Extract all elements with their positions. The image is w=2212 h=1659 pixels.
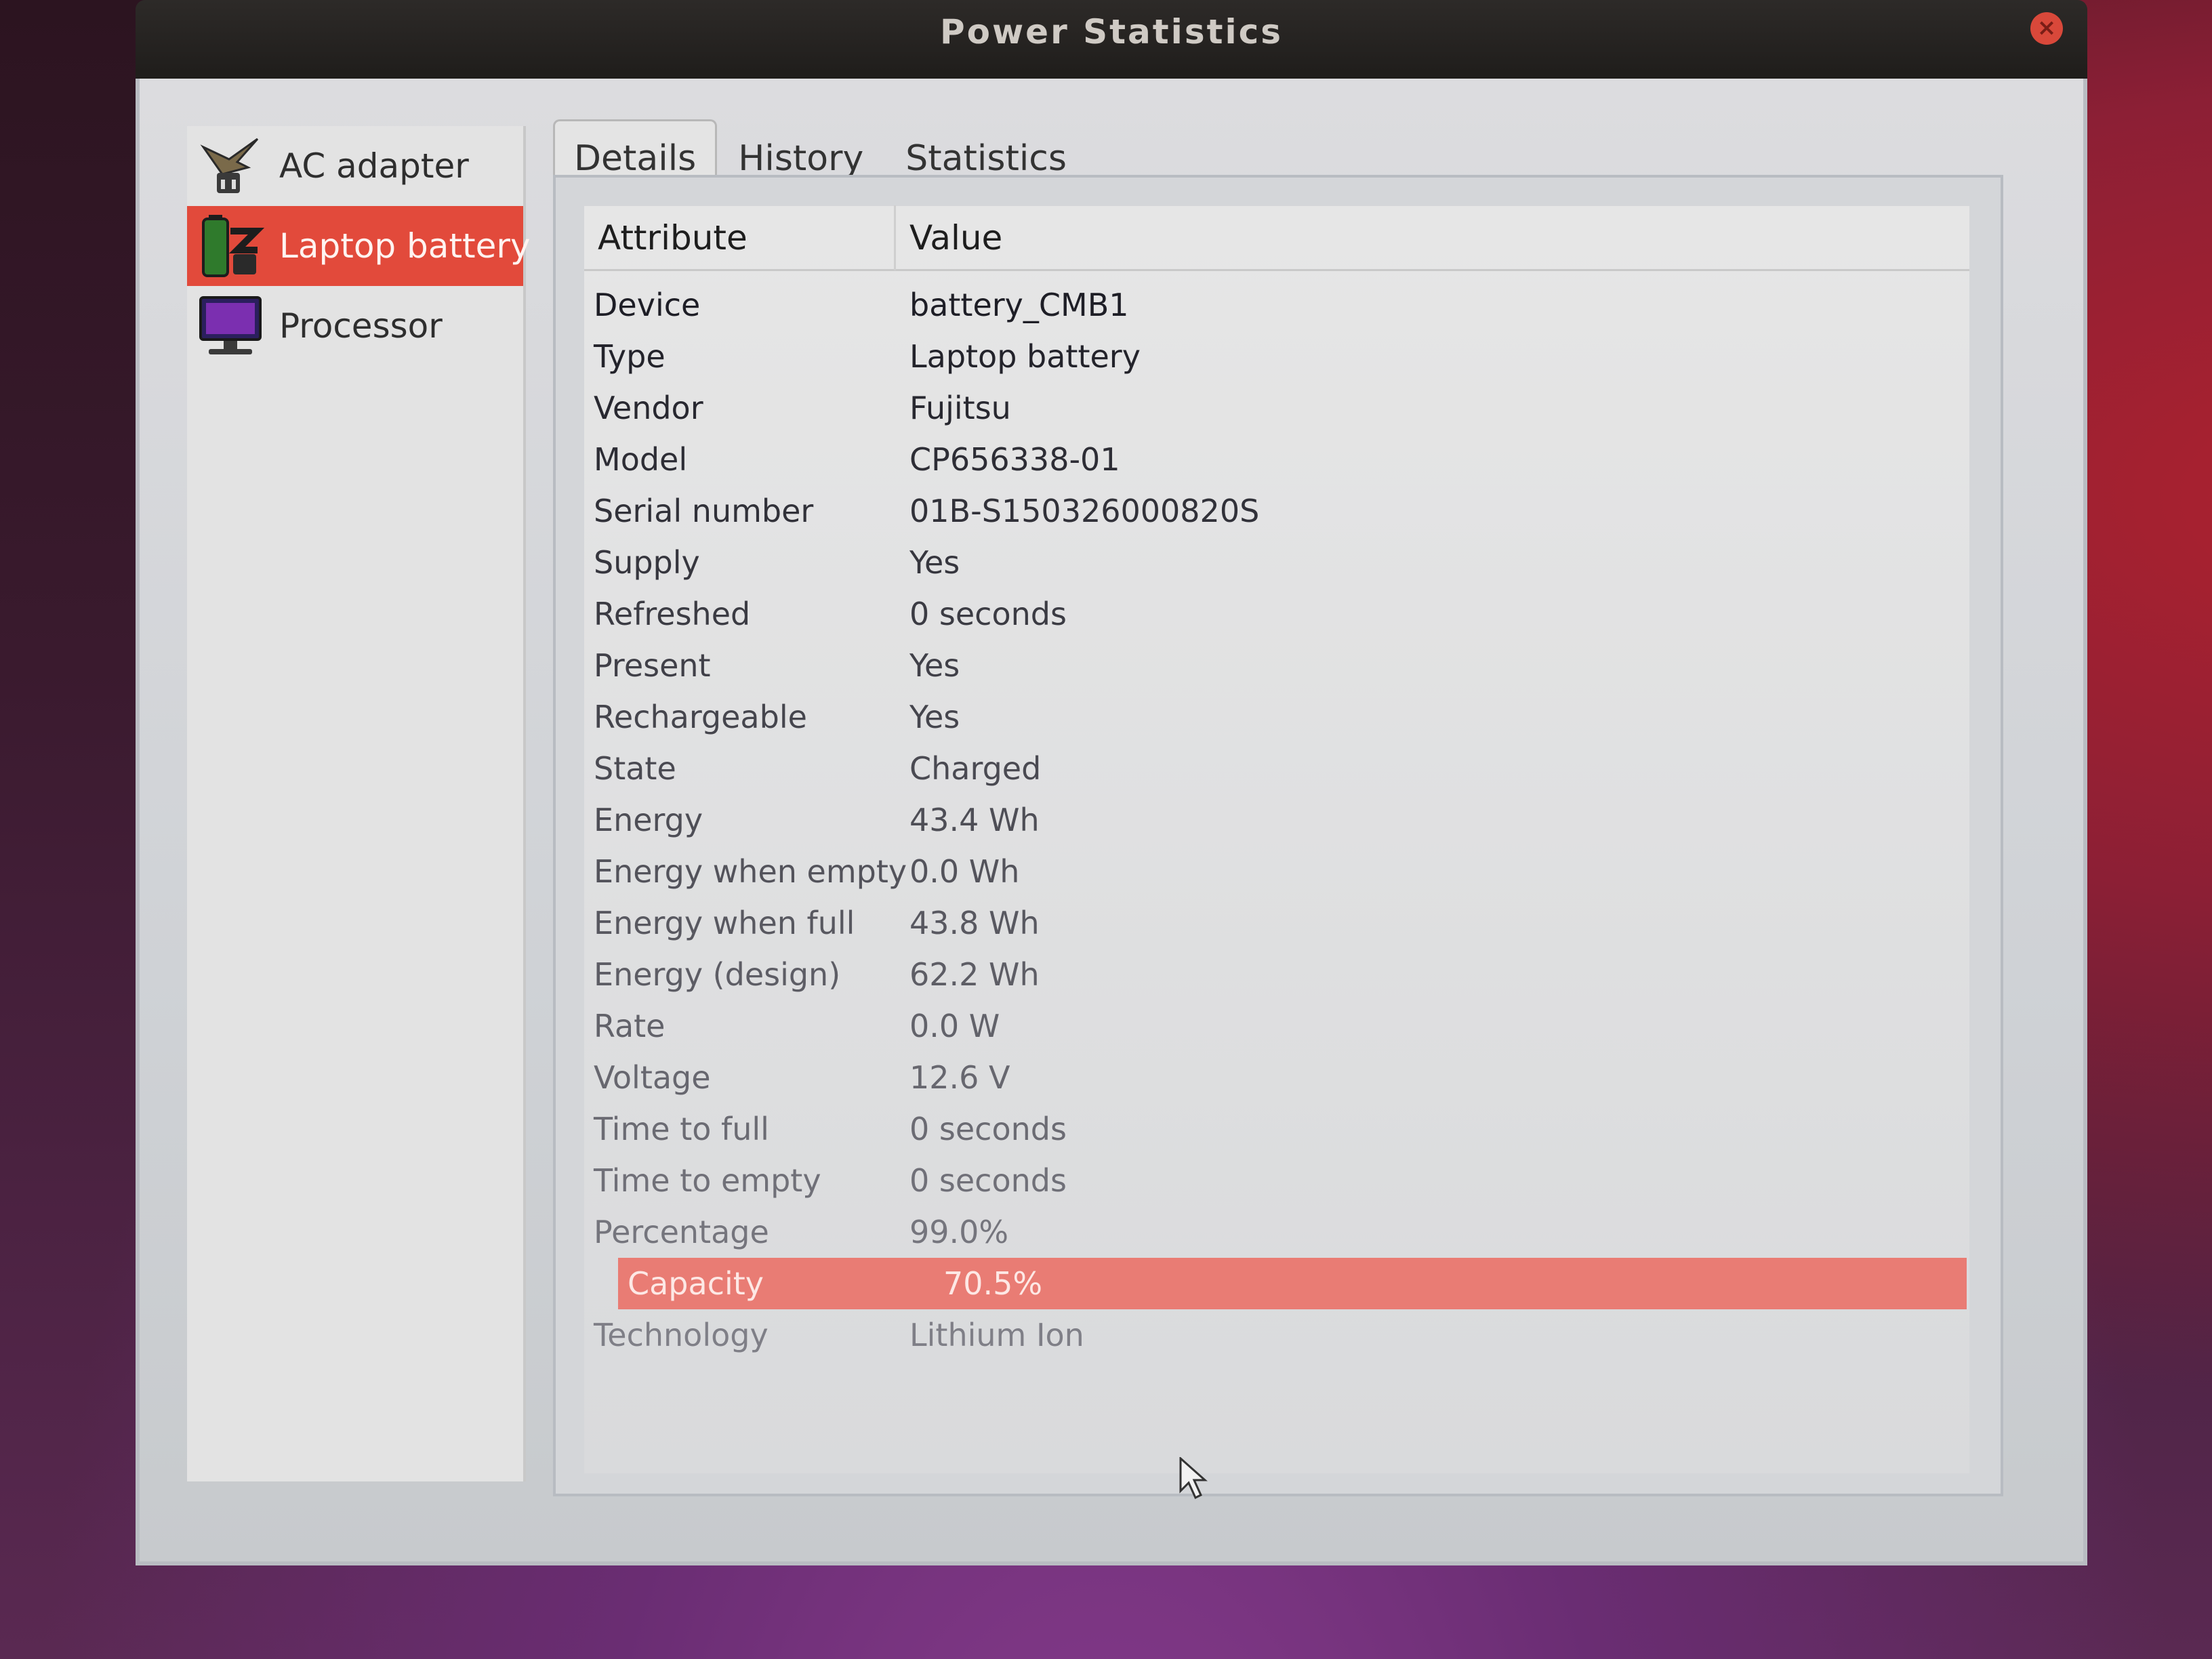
row-attribute: Refreshed [594,596,751,632]
row-attribute: Technology [594,1317,769,1353]
row-value: battery_CMB1 [909,287,1129,323]
table-row[interactable]: Rate 0.0 W [584,1000,1969,1052]
table-row[interactable]: Technology Lithium Ion [584,1309,1969,1361]
table-row[interactable]: Device battery_CMB1 [584,279,1969,331]
title-bar[interactable]: Power Statistics × [136,0,2087,79]
ac-adapter-icon [197,132,264,200]
row-attribute: Voltage [594,1059,711,1096]
table-row[interactable]: Type Laptop battery [584,331,1969,382]
table-row[interactable]: Energy (design) 62.2 Wh [584,949,1969,1000]
row-attribute: Capacity [628,1265,764,1302]
row-value: Lithium Ion [909,1317,1084,1353]
row-attribute: Time to empty [594,1162,821,1199]
row-attribute: Device [594,287,701,323]
table-row[interactable]: Model CP656338-01 [584,434,1969,485]
details-table[interactable]: Attribute Value Device battery_CMB1 Type La… [584,205,1969,1473]
device-sidebar: AC adapter Laptop battery Processor [187,126,531,1481]
details-panel: Attribute Value Device battery_CMB1 Type La… [553,175,2003,1496]
row-value: Fujitsu [909,390,1011,426]
power-statistics-window: Power Statistics × AC adapter Laptop bat… [136,0,2087,1565]
table-row[interactable]: Capacity 70.5% [618,1258,1967,1309]
row-value: Yes [909,647,960,684]
row-value: Yes [909,544,960,581]
row-attribute: State [594,750,676,787]
close-icon[interactable]: × [2030,12,2063,45]
row-attribute: Present [594,647,711,684]
table-header: Attribute Value [584,205,1969,271]
sidebar-item-laptop-battery[interactable]: Laptop battery [187,206,531,286]
row-value: 01B-S150326000820S [909,493,1260,529]
sidebar-item-label: AC adapter [279,146,469,186]
row-value: 43.4 Wh [909,802,1040,838]
mouse-cursor-icon [1179,1457,1208,1500]
row-attribute: Energy when full [594,905,855,941]
sidebar-item-label: Laptop battery [279,226,531,266]
column-header-value[interactable]: Value [896,218,1002,258]
row-attribute: Supply [594,544,700,581]
row-attribute: Time to full [594,1111,769,1147]
table-row[interactable]: Rechargeable Yes [584,691,1969,743]
row-value: 0.0 W [909,1008,1000,1044]
row-attribute: Model [594,441,688,478]
row-value: 12.6 V [909,1059,1010,1096]
row-attribute: Type [594,338,665,375]
table-row[interactable]: Serial number 01B-S150326000820S [584,485,1969,537]
row-attribute: Percentage [594,1214,769,1250]
table-row[interactable]: Energy when empty 0.0 Wh [584,846,1969,897]
row-attribute: Serial number [594,493,814,529]
window-content: AC adapter Laptop battery Processor Deta… [136,79,2087,1565]
table-row[interactable]: Time to full 0 seconds [584,1103,1969,1155]
table-row[interactable]: Percentage 99.0% [584,1206,1969,1258]
row-value: 0.0 Wh [909,853,1020,890]
table-row[interactable]: Voltage 12.6 V [584,1052,1969,1103]
row-attribute: Vendor [594,390,703,426]
row-attribute: Rechargeable [594,699,807,735]
battery-icon [197,212,265,280]
row-value: 0 seconds [909,1111,1067,1147]
sidebar-item-label: Processor [279,306,443,346]
row-attribute: Energy (design) [594,956,841,993]
table-row[interactable]: Energy 43.4 Wh [584,794,1969,846]
table-row[interactable]: Time to empty 0 seconds [584,1155,1969,1206]
table-row[interactable]: State Charged [584,743,1969,794]
table-row[interactable]: Vendor Fujitsu [584,382,1969,434]
table-row[interactable]: Present Yes [584,640,1969,691]
sidebar-item-ac-adapter[interactable]: AC adapter [187,126,523,206]
row-value: 99.0% [909,1214,1009,1250]
window-title: Power Statistics [939,12,1284,52]
row-value: 62.2 Wh [909,956,1040,993]
table-row[interactable]: Supply Yes [584,537,1969,588]
row-value: Yes [909,699,960,735]
row-attribute: Rate [594,1008,665,1044]
table-row[interactable]: Refreshed 0 seconds [584,588,1969,640]
sidebar-item-processor[interactable]: Processor [187,286,523,366]
monitor-icon [197,292,264,360]
column-header-attribute[interactable]: Attribute [584,205,896,270]
row-value: CP656338-01 [909,441,1120,478]
row-attribute: Energy [594,802,703,838]
row-value: Charged [909,750,1042,787]
row-value: 70.5% [943,1265,1043,1302]
row-value: Laptop battery [909,338,1141,375]
row-value: 43.8 Wh [909,905,1040,941]
row-value: 0 seconds [909,596,1067,632]
row-value: 0 seconds [909,1162,1067,1199]
table-row[interactable]: Energy when full 43.8 Wh [584,897,1969,949]
row-attribute: Energy when empty [594,853,907,890]
